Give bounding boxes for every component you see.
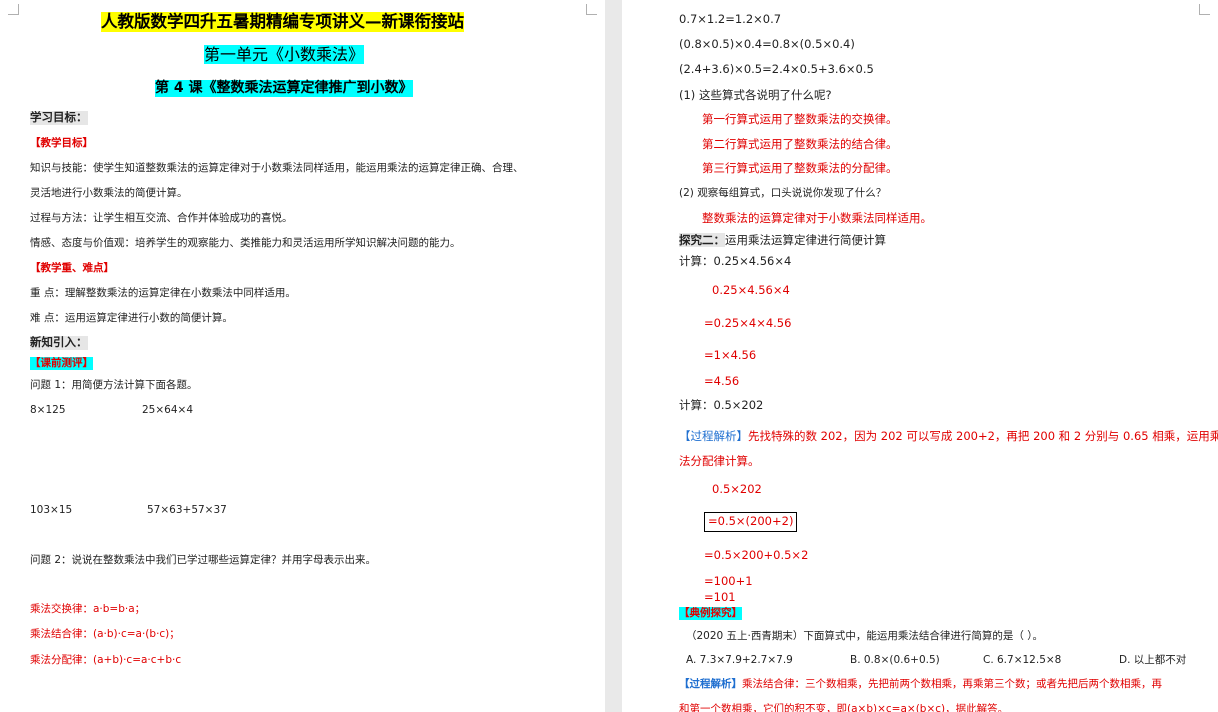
goal-attitude: 情感、态度与价值观：培养学生的观察能力、类推能力和灵活运用所学知识解决问题的能力… [30, 237, 461, 249]
solution-step-4: =100+1 [704, 574, 753, 588]
question-2: 问题 2：说说在整数乘法中我们已学过哪些运算定律？并用字母表示出来。 [30, 554, 377, 566]
solution-step-3: =0.5×200+0.5×2 [704, 548, 809, 562]
example-tag: 【典例探究】 [679, 607, 742, 620]
analysis2-tag: 【过程解析】 [679, 678, 742, 690]
expression-3: 103×15 [30, 504, 73, 516]
analysis-text: 先找特殊的数 202，因为 202 可以写成 200+2，再把 200 和 2 … [748, 429, 1218, 443]
step-4: =4.56 [704, 374, 740, 388]
law-commutative: 乘法交换律：a·b=b·a； [30, 603, 146, 615]
goals-heading: 学习目标： [30, 110, 88, 125]
page-corner-mark [8, 4, 19, 15]
analysis2-line-1: 【过程解析】乘法结合律：三个数相乘，先把前两个数相乘，再乘第三个数；或者先把后两… [679, 678, 1162, 691]
key-points-tag: 【教学重、难点】 [30, 262, 114, 274]
example-question: （2020 五上·西青期末）下面算式中，能运用乘法结合律进行简算的是（ ）。 [686, 630, 1043, 642]
equation-line-2: (0.8×0.5)×0.4=0.8×(0.5×0.4) [679, 37, 855, 51]
question-1: 问题 1：用简便方法计算下面各题。 [30, 379, 198, 391]
analysis-line-2: 法分配律计算。 [679, 454, 760, 468]
key-point: 重 点：理解整数乘法的运算定律在小数乘法中同样适用。 [30, 287, 296, 299]
analysis-tag: 【过程解析】 [679, 429, 748, 443]
hard-point: 难 点：运用运算定律进行小数的简便计算。 [30, 312, 233, 324]
new-knowledge-heading: 新知引入： [30, 335, 88, 350]
option-b: B. 0.8×(0.6+0.5) [850, 654, 940, 666]
calculation-1: 计算：0.25×4.56×4 [679, 254, 792, 268]
goal-process: 过程与方法：让学生相互交流、合作并体验成功的喜悦。 [30, 212, 293, 224]
equation-line-1: 0.7×1.2=1.2×0.7 [679, 12, 782, 26]
teaching-goals-tag: 【教学目标】 [30, 137, 93, 149]
explore-text: 运用乘法运算定律进行简便计算 [725, 233, 886, 247]
question-observe: (2) 观察每组算式，口头说说你发现了什么？ [679, 187, 887, 199]
explore-heading: 探究二：运用乘法运算定律进行简便计算 [679, 233, 886, 248]
analysis2-text: 乘法结合律：三个数相乘，先把前两个数相乘，再乘第三个数；或者先把后两个数相乘，再 [742, 678, 1162, 690]
document-title: 人教版数学四升五暑期精编专项讲义—新课衔接站 [101, 12, 464, 32]
expression-2: 25×64×4 [142, 404, 193, 416]
pretest-tag: 【课前测评】 [30, 357, 93, 370]
solution-step-2: =0.5×(200+2) [704, 512, 798, 532]
document-page-left: 人教版数学四升五暑期精编专项讲义—新课衔接站 第一单元《小数乘法》 第 4 课《… [0, 0, 605, 712]
answer-line-4: 整数乘法的运算定律对于小数乘法同样适用。 [702, 211, 932, 225]
step-1: 0.25×4.56×4 [712, 283, 790, 297]
page-corner-mark [1199, 4, 1210, 15]
expression-1: 8×125 [30, 404, 66, 416]
lesson-title: 第 4 课《整数乘法运算定律推广到小数》 [155, 80, 413, 97]
explore-label: 探究二： [679, 233, 725, 247]
law-distributive: 乘法分配律：(a+b)·c=a·c+b·c [30, 654, 182, 666]
page-corner-mark [586, 4, 597, 15]
calculation-2: 计算：0.5×202 [679, 398, 764, 412]
goal-knowledge-cont: 灵活地进行小数乘法的简便计算。 [30, 187, 188, 199]
equation-line-3: (2.4+3.6)×0.5=2.4×0.5+3.6×0.5 [679, 62, 874, 76]
document-page-right: 0.7×1.2=1.2×0.7 (0.8×0.5)×0.4=0.8×(0.5×0… [622, 0, 1218, 712]
option-d: D. 以上都不对 [1119, 654, 1187, 666]
goal-knowledge: 知识与技能：使学生知道整数乘法的运算定律对于小数乘法同样适用，能运用乘法的运算定… [30, 162, 524, 174]
law-associative: 乘法结合律：(a·b)·c=a·(b·c)； [30, 628, 180, 640]
solution-step-5: =101 [704, 590, 736, 604]
unit-title: 第一单元《小数乘法》 [204, 45, 365, 65]
option-c: C. 6.7×12.5×8 [983, 654, 1062, 666]
solution-step-1: 0.5×202 [712, 482, 762, 496]
expression-4: 57×63+57×37 [147, 504, 227, 516]
step-3: =1×4.56 [704, 348, 757, 362]
answer-line-1: 第一行算式运用了整数乘法的交换律。 [702, 112, 898, 126]
option-a: A. 7.3×7.9+2.7×7.9 [686, 654, 793, 666]
step-2: =0.25×4×4.56 [704, 316, 792, 330]
answer-line-3: 第三行算式运用了整数乘法的分配律。 [702, 161, 898, 175]
analysis-line-1: 【过程解析】先找特殊的数 202，因为 202 可以写成 200+2，再把 20… [679, 429, 1218, 444]
answer-line-2: 第二行算式运用了整数乘法的结合律。 [702, 137, 898, 151]
analysis2-line-2: 和第一个数相乘，它们的积不变，即(a×b)×c=a×(b×c)，据此解答。 [679, 703, 1009, 712]
question-meaning: (1) 这些算式各说明了什么呢? [679, 88, 832, 102]
